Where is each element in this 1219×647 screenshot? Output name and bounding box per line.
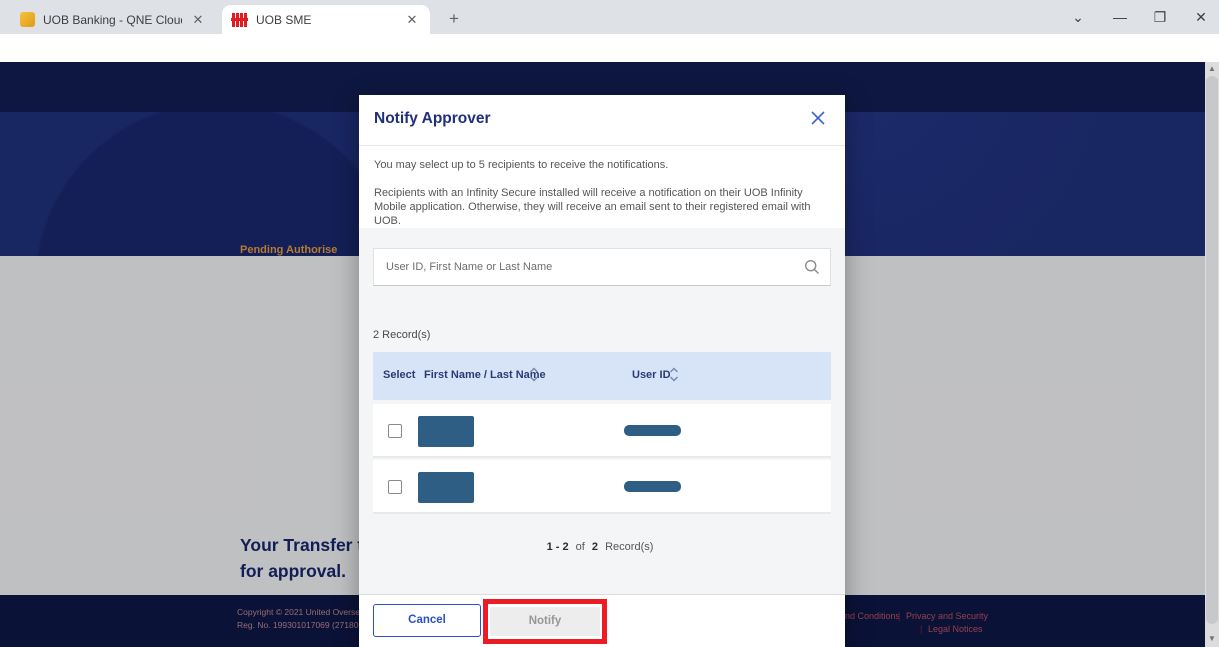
- scrollbar-down-icon[interactable]: ▼: [1205, 634, 1219, 643]
- sort-icon[interactable]: [529, 366, 539, 384]
- browser-tab-uob-sme[interactable]: UOB SME ✕: [222, 5, 430, 34]
- table-header: Select First Name / Last Name User ID: [373, 352, 831, 400]
- scrollbar-up-icon[interactable]: ▲: [1205, 64, 1219, 73]
- table-row: [373, 404, 831, 458]
- pagination-total: 2: [591, 541, 599, 553]
- sort-icon[interactable]: [669, 366, 679, 384]
- row-checkbox[interactable]: [388, 480, 402, 494]
- modal-intro-2: Recipients with an Infinity Secure insta…: [374, 187, 811, 227]
- pagination: 1 - 2 of 2 Record(s): [359, 541, 845, 553]
- modal-title: Notify Approver: [374, 110, 491, 127]
- redacted-userid-block: [624, 481, 681, 492]
- tab-title: UOB Banking - QNE Cloud Accou: [43, 12, 182, 27]
- browser-tab-strip: UOB Banking - QNE Cloud Accou ✕ UOB SME …: [0, 0, 1219, 34]
- window-restore-button[interactable]: ❐: [1150, 8, 1170, 26]
- row-checkbox[interactable]: [388, 424, 402, 438]
- tab-close-icon[interactable]: ✕: [190, 13, 206, 26]
- column-name: First Name / Last Name: [424, 369, 546, 381]
- browser-address-bar: my.uobsme.uobgroup.com/paymentConfirmati…: [0, 34, 1219, 94]
- table-row: [373, 460, 831, 514]
- pagination-range: 1 - 2: [546, 541, 569, 553]
- redacted-userid-block: [624, 425, 681, 436]
- window-minimize-button[interactable]: —: [1110, 8, 1130, 26]
- pagination-records: Record(s): [605, 541, 654, 553]
- cancel-button[interactable]: Cancel: [373, 604, 481, 637]
- qne-favicon: [20, 12, 35, 27]
- approver-search-box: [373, 248, 831, 286]
- tab-title: UOB SME: [256, 12, 312, 27]
- new-tab-button[interactable]: +: [443, 8, 465, 30]
- column-select: Select: [383, 369, 416, 381]
- record-count: 2 Record(s): [373, 329, 431, 341]
- approver-search-input[interactable]: [374, 249, 794, 285]
- uob-favicon: [231, 12, 248, 27]
- column-userid: User ID: [632, 369, 671, 381]
- notify-button[interactable]: Notify: [490, 607, 600, 636]
- browser-tab-qne[interactable]: UOB Banking - QNE Cloud Accou ✕: [10, 5, 216, 34]
- modal-intro-1: You may select up to 5 recipients to rec…: [374, 159, 669, 171]
- tab-close-icon[interactable]: ✕: [404, 13, 420, 26]
- notify-approver-modal: Notify Approver You may select up to 5 r…: [359, 95, 845, 647]
- redacted-name-block: [418, 416, 474, 447]
- scrollbar-thumb[interactable]: [1206, 76, 1218, 624]
- modal-close-icon[interactable]: [808, 108, 828, 128]
- modal-divider: [359, 145, 845, 146]
- window-close-button[interactable]: ✕: [1191, 8, 1211, 26]
- tab-search-chevron-icon[interactable]: ⌄: [1068, 8, 1088, 26]
- redacted-name-block: [418, 472, 474, 503]
- pagination-of: of: [575, 541, 585, 553]
- search-icon[interactable]: [804, 259, 820, 275]
